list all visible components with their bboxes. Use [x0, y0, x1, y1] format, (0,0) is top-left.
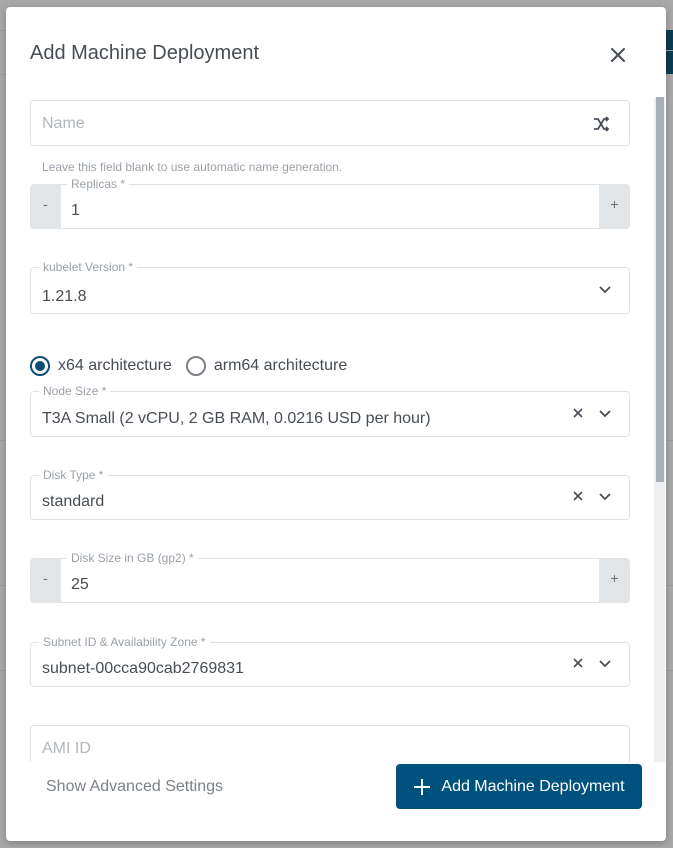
subnet-select[interactable]: Subnet ID & Availability Zone * subnet-0…: [30, 635, 630, 687]
kubelet-version-value: 1.21.8: [42, 288, 87, 305]
dialog-content: Name Leave this field blank to use autom…: [6, 97, 666, 762]
disk-size-label: Disk Size in GB (gp2) *: [67, 551, 198, 565]
close-button[interactable]: [606, 43, 630, 67]
kubelet-version-label: kubelet Version *: [39, 260, 138, 274]
add-machine-deployment-dialog: Add Machine Deployment Name Leave this f…: [6, 7, 666, 841]
show-advanced-settings-link[interactable]: Show Advanced Settings: [46, 778, 223, 796]
disk-type-select[interactable]: Disk Type * standard: [30, 468, 630, 520]
ami-id-input[interactable]: AMI ID: [42, 740, 91, 758]
ami-id-field[interactable]: AMI ID: [30, 725, 630, 762]
dialog-scrollbar[interactable]: [654, 97, 665, 762]
shuffle-icon: [594, 116, 610, 132]
chevron-down-icon: [599, 660, 611, 668]
disk-type-label: Disk Type *: [39, 468, 108, 482]
subnet-value: subnet-00cca90cab2769831: [42, 660, 244, 677]
node-size-select[interactable]: Node Size * T3A Small (2 vCPU, 2 GB RAM,…: [30, 384, 630, 437]
scrollbar-thumb[interactable]: [656, 97, 664, 482]
radio-checked-icon: [30, 356, 50, 376]
radio-unchecked-icon: [185, 356, 206, 376]
background-divider: [666, 585, 673, 586]
arm64-architecture-label: arm64 architecture: [213, 357, 348, 374]
clear-icon: [573, 491, 583, 501]
add-machine-deployment-label: Add Machine Deployment: [441, 777, 625, 795]
disk-type-clear-button[interactable]: [571, 489, 591, 509]
dialog-title: Add Machine Deployment: [30, 42, 260, 64]
name-input[interactable]: Name: [42, 115, 85, 133]
kubelet-version-dropdown-toggle[interactable]: [597, 282, 617, 302]
node-size-label: Node Size *: [39, 384, 111, 398]
replicas-decrement-button[interactable]: -: [30, 196, 61, 212]
x64-architecture-label: x64 architecture: [58, 357, 172, 374]
disk-size-stepper[interactable]: - Disk Size in GB (gp2) * 25 +: [30, 551, 630, 603]
x64-architecture-radio[interactable]: x64 architecture: [30, 356, 172, 376]
kubelet-version-select[interactable]: kubelet Version * 1.21.8: [30, 260, 630, 314]
generate-name-button[interactable]: [591, 114, 611, 134]
name-hint: Leave this field blank to use automatic …: [42, 160, 343, 174]
disk-size-input[interactable]: 25: [71, 576, 89, 594]
replicas-increment-button[interactable]: +: [599, 196, 630, 212]
name-field[interactable]: Name: [30, 100, 630, 146]
background-divider: [666, 670, 673, 671]
node-size-value: T3A Small (2 vCPU, 2 GB RAM, 0.0216 USD …: [42, 410, 431, 427]
subnet-dropdown-toggle[interactable]: [597, 656, 617, 676]
subnet-label: Subnet ID & Availability Zone *: [39, 635, 210, 649]
chevron-down-icon: [599, 493, 611, 501]
background-button: [666, 30, 673, 74]
architecture-radio-group: x64 architecture arm64 architecture: [30, 354, 361, 378]
node-size-dropdown-toggle[interactable]: [597, 406, 617, 426]
disk-size-increment-button[interactable]: +: [599, 570, 630, 586]
background-divider: [666, 50, 673, 51]
disk-type-value: standard: [42, 493, 105, 510]
plus-icon: [413, 778, 431, 796]
arm64-architecture-radio[interactable]: arm64 architecture: [185, 356, 348, 376]
disk-size-decrement-button[interactable]: -: [30, 570, 61, 586]
chevron-down-icon: [599, 286, 611, 294]
subnet-clear-button[interactable]: [571, 656, 591, 676]
background-divider: [666, 440, 673, 441]
chevron-down-icon: [599, 410, 611, 418]
replicas-stepper[interactable]: - Replicas * 1 +: [30, 177, 630, 229]
add-machine-deployment-button[interactable]: Add Machine Deployment: [396, 764, 642, 809]
close-icon: [611, 48, 625, 62]
replicas-input[interactable]: 1: [71, 202, 80, 220]
replicas-label: Replicas *: [67, 177, 130, 191]
clear-icon: [573, 658, 583, 668]
clear-icon: [573, 408, 583, 418]
disk-type-dropdown-toggle[interactable]: [597, 489, 617, 509]
node-size-clear-button[interactable]: [571, 406, 591, 426]
